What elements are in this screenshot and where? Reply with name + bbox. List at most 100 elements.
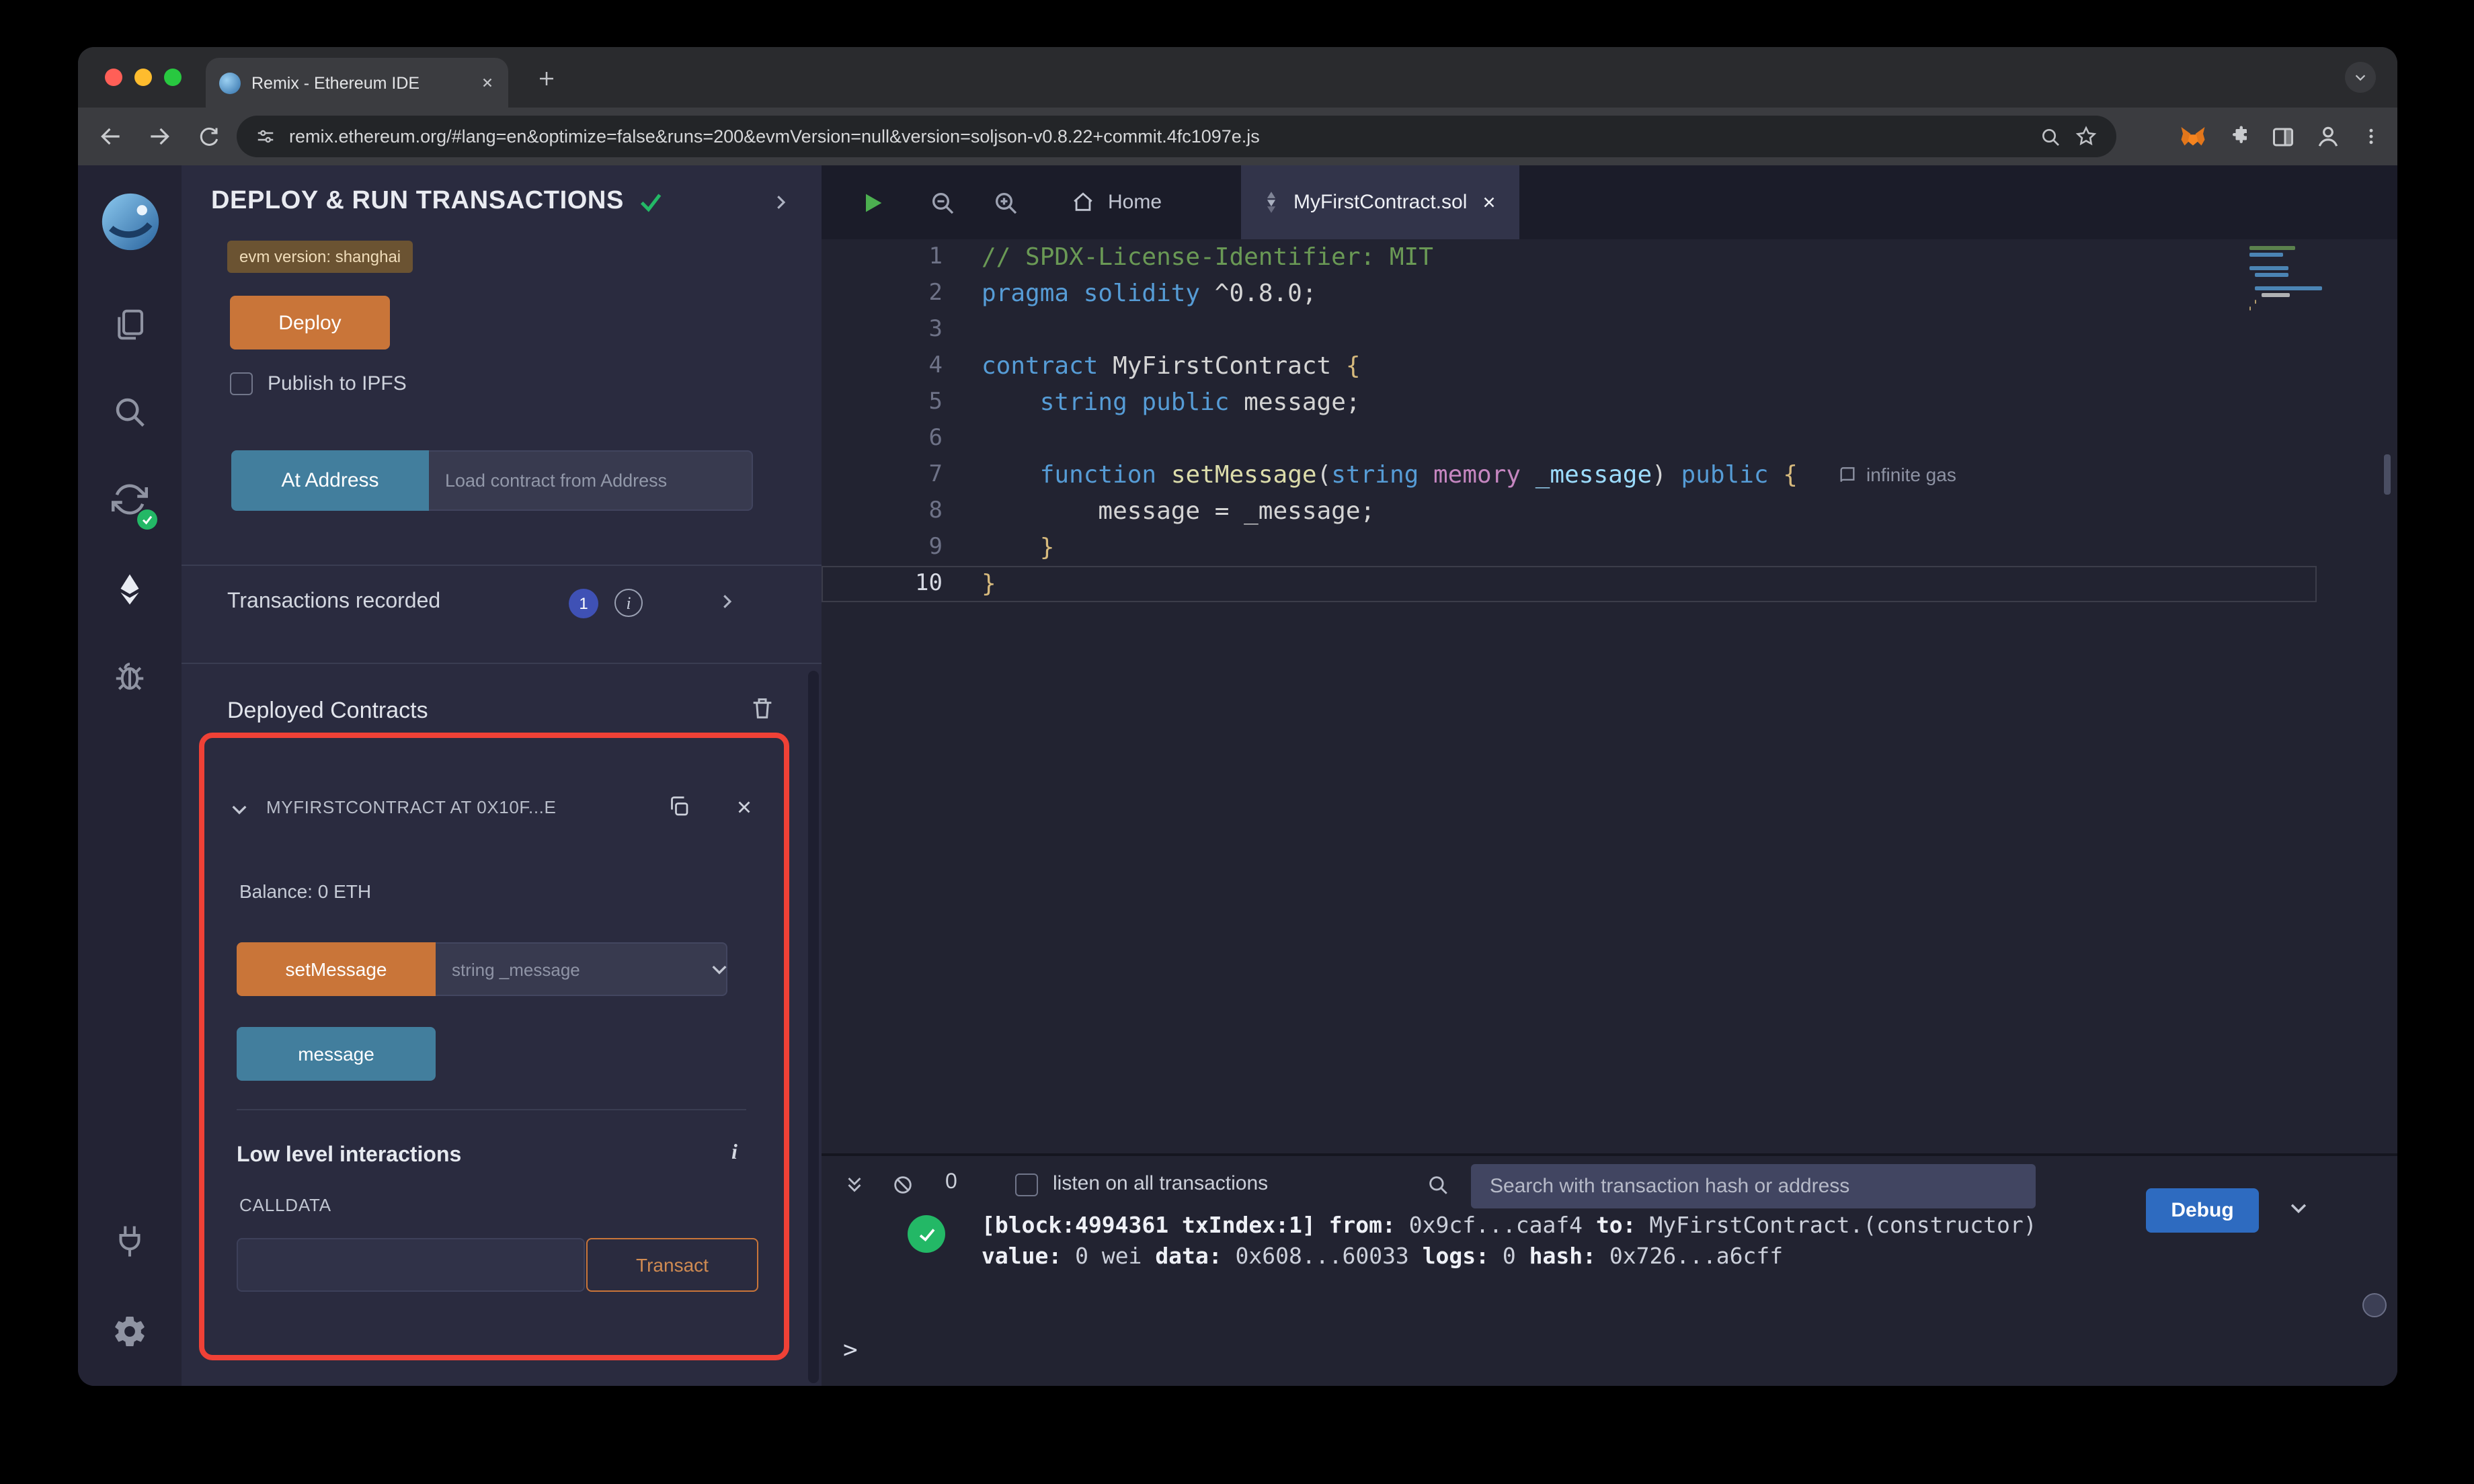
new-tab-button[interactable] [530,62,562,94]
back-button[interactable] [89,114,133,159]
panel-title: DEPLOY & RUN TRANSACTIONS [211,187,624,215]
collapse-contract-icon[interactable] [229,798,250,820]
close-file-tab-icon[interactable] [1480,194,1498,211]
code-line[interactable]: 6 [822,421,2317,457]
line-number: 2 [928,280,943,306]
expand-panel-icon[interactable] [770,192,791,212]
transaction-log[interactable]: [block:4994361 txIndex:1] from: 0x9cf...… [982,1210,2037,1272]
divider [237,1109,746,1110]
editor-scrollbar[interactable] [2384,454,2391,495]
solidity-compiler-icon[interactable] [78,481,182,518]
code-editor[interactable]: 1 // SPDX-License-Identifier: MIT 2 pragma … [822,239,2397,1153]
window-controls [105,69,182,86]
line-number: 10 [915,570,943,597]
extensions-puzzle-icon[interactable] [2227,124,2251,149]
at-address-input[interactable] [429,450,753,511]
tab-myfirstcontract[interactable]: MyFirstContract.sol [1241,165,1520,239]
settings-gear-icon[interactable] [78,1313,182,1350]
close-window-button[interactable] [105,69,122,86]
reload-button[interactable] [186,114,230,159]
zoom-out-icon[interactable] [924,184,961,222]
terminal-search-icon [1427,1173,1449,1196]
terminal-search-input[interactable] [1471,1164,2036,1208]
plugin-manager-icon[interactable] [78,1223,182,1260]
tab-search-button[interactable] [2345,62,2376,93]
code-line[interactable]: 2 pragma solidity ^0.8.0; [822,276,2317,312]
transact-button[interactable]: Transact [586,1238,758,1292]
search-icon[interactable] [78,394,182,430]
terminal-log-line[interactable]: [block:4994361 txIndex:1] from: 0x9cf...… [982,1210,2037,1241]
terminal-log-line[interactable]: value: 0 wei data: 0x608...60033 logs: 0… [982,1241,2037,1272]
minimap-line [2261,293,2290,297]
calldata-label: CALLDATA [239,1195,331,1215]
expand-transactions-icon[interactable] [717,591,737,612]
zoom-page-icon[interactable] [2040,126,2061,147]
line-number: 1 [928,243,943,270]
trash-icon[interactable] [749,695,776,722]
debug-button[interactable]: Debug [2146,1188,2259,1233]
line-number: 3 [928,316,943,343]
metamask-icon[interactable] [2180,124,2206,149]
remix-logo[interactable] [78,191,182,253]
code-line[interactable]: 5 string public message; [822,384,2317,421]
transactions-info-icon[interactable]: i [614,589,643,617]
debugger-icon[interactable] [78,657,182,694]
transactions-recorded-row: Transactions recorded 1 i [182,587,822,620]
calldata-input[interactable] [237,1238,585,1292]
set-message-button[interactable]: setMessage [237,942,436,996]
at-address-button[interactable]: At Address [231,450,429,511]
remove-contract-icon[interactable] [734,797,754,817]
expand-args-icon[interactable] [709,958,730,980]
url-text[interactable]: remix.ethereum.org/#lang=en&optimize=fal… [289,126,2026,147]
low-level-info-icon[interactable]: i [731,1141,737,1165]
tab-home[interactable]: Home [1050,165,1183,239]
editor-minimap[interactable] [2249,246,2323,313]
code-text: // SPDX-License-Identifier: MIT [982,243,1433,272]
message-getter-button[interactable]: message [237,1027,436,1081]
listen-transactions-checkbox[interactable] [1015,1173,1038,1196]
publish-ipfs-checkbox[interactable] [230,372,253,395]
home-icon [1074,192,1092,211]
site-settings-icon[interactable] [255,126,276,147]
remix-favicon-icon [219,72,241,93]
deploy-button[interactable]: Deploy [230,296,390,349]
close-tab-icon[interactable] [480,75,495,90]
code-line[interactable]: 7 function setMessage(string memory _mes… [822,457,2317,493]
listen-transactions-label: listen on all transactions [1053,1172,1269,1195]
bookmark-star-icon[interactable] [2075,125,2098,148]
tab-home-label: Home [1108,191,1162,214]
address-bar[interactable]: remix.ethereum.org/#lang=en&optimize=fal… [237,116,2116,157]
code-line[interactable]: 3 [822,312,2317,348]
editor-tab-bar: Home MyFirstContract.sol [822,165,2397,239]
panel-scrollbar[interactable] [808,671,819,1383]
side-panel-icon[interactable] [2271,124,2295,149]
menu-kebab-icon[interactable] [2361,125,2381,148]
code-line[interactable]: 8 message = _message; [822,493,2317,530]
collapse-terminal-icon[interactable] [843,1173,866,1196]
zoom-in-icon[interactable] [987,184,1025,222]
set-message-input[interactable] [436,942,727,996]
code-line[interactable]: 9 } [822,530,2317,566]
terminal-panel: 0 listen on all transactions [block:4994… [822,1153,2397,1386]
clear-console-icon[interactable] [891,1173,914,1196]
forward-button[interactable] [137,114,182,159]
file-explorer-icon[interactable] [78,306,182,343]
code-line[interactable]: 4 contract MyFirstContract { [822,348,2317,384]
minimize-window-button[interactable] [134,69,152,86]
compile-success-badge [137,509,157,530]
copy-address-icon[interactable] [667,794,691,819]
run-script-icon[interactable] [854,184,891,222]
deploy-run-icon[interactable] [78,571,182,608]
browser-tab[interactable]: Remix - Ethereum IDE [206,58,508,108]
profile-avatar-icon[interactable] [2315,124,2341,149]
code-line[interactable]: 1 // SPDX-License-Identifier: MIT [822,239,2317,276]
terminal-prompt[interactable]: > [843,1336,858,1364]
contract-header-row[interactable]: MYFIRSTCONTRACT AT 0X10F...E [204,789,784,829]
zoom-window-button[interactable] [164,69,182,86]
scroll-indicator[interactable] [2362,1293,2387,1317]
expand-log-icon[interactable] [2287,1196,2310,1219]
evm-version-badge: evm version: shanghai [227,241,413,273]
set-message-row: setMessage [237,942,727,996]
code-line[interactable]: 10} [822,566,2317,602]
at-address-row: At Address [231,450,753,511]
